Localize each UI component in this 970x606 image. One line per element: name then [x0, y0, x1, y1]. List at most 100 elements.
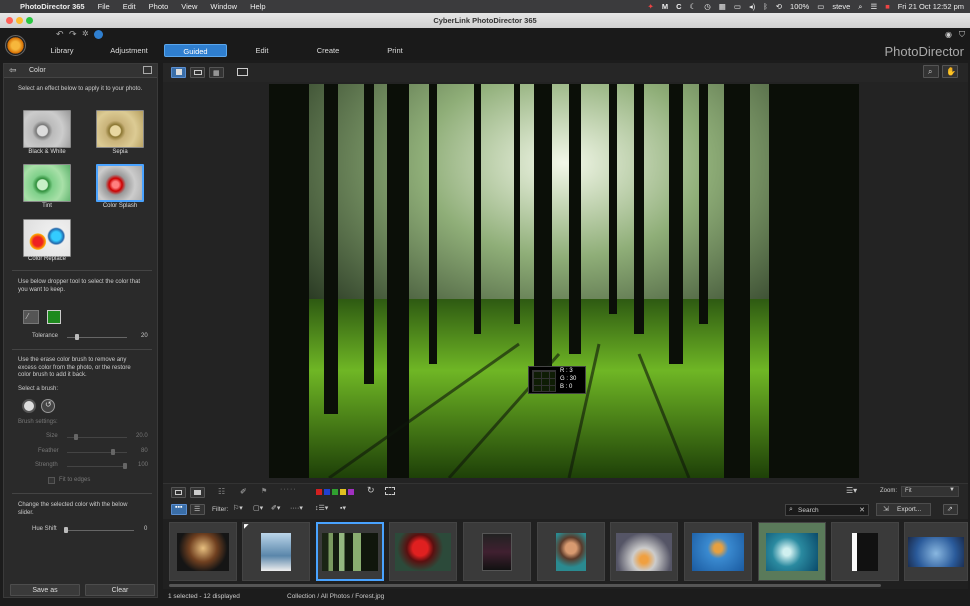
- zoom-tool-button[interactable]: ⌕: [923, 65, 939, 78]
- feather-knob[interactable]: [111, 449, 115, 455]
- grid-view-button[interactable]: ▦: [209, 67, 224, 78]
- datetime[interactable]: Fri 21 Oct 12:52 pm: [898, 2, 964, 11]
- cloud-sync-icon[interactable]: [94, 30, 103, 39]
- menu-file[interactable]: File: [98, 2, 110, 11]
- clear-button[interactable]: Clear: [85, 584, 155, 596]
- thumbnail[interactable]: [537, 522, 605, 581]
- single-view-button[interactable]: [171, 67, 186, 78]
- strength-knob[interactable]: [123, 463, 127, 469]
- export-button[interactable]: ⇲ Export...: [876, 503, 931, 516]
- effect-tint[interactable]: [23, 164, 71, 202]
- close-window-button[interactable]: [6, 17, 13, 24]
- panel-compare-icon[interactable]: [143, 66, 152, 74]
- list-view-button[interactable]: ☰: [190, 504, 205, 515]
- search-field[interactable]: ⌕ Search ✕: [785, 504, 869, 516]
- thumbnail[interactable]: [904, 522, 968, 581]
- calendar-icon[interactable]: ▦: [719, 2, 726, 11]
- thumbnail[interactable]: [463, 522, 531, 581]
- size-knob[interactable]: [74, 434, 78, 440]
- pan-tool-button[interactable]: ✋: [942, 65, 958, 78]
- app-logo[interactable]: [5, 35, 26, 56]
- popout-button[interactable]: ⇗: [943, 504, 958, 515]
- filter-edit-dropdown[interactable]: ✐▾: [271, 504, 280, 512]
- menu-window[interactable]: Window: [210, 2, 237, 11]
- thumbnail[interactable]: [389, 522, 457, 581]
- control-center-icon[interactable]: ☰: [870, 2, 877, 11]
- search-icon[interactable]: ⌕: [858, 2, 862, 12]
- selected-color-swatch[interactable]: [47, 310, 61, 324]
- rotate-icon[interactable]: ↻: [367, 485, 375, 496]
- thumbnail[interactable]: [610, 522, 678, 581]
- undo-icon[interactable]: ↶: [56, 29, 64, 40]
- filmstrip-scrollbar[interactable]: [169, 584, 881, 587]
- menu-edit[interactable]: Edit: [123, 2, 136, 11]
- compare-view-button[interactable]: [190, 487, 205, 498]
- tab-create[interactable]: Create: [306, 44, 350, 57]
- redo-icon[interactable]: ↷: [69, 29, 77, 40]
- filter-rating-dropdown[interactable]: ····▾: [290, 504, 303, 512]
- brush-icon[interactable]: ✐: [240, 487, 247, 496]
- tab-adjustment[interactable]: Adjustment: [101, 44, 157, 57]
- tab-edit[interactable]: Edit: [242, 44, 282, 57]
- effect-black-white[interactable]: [23, 110, 71, 148]
- tolerance-knob[interactable]: [75, 334, 79, 340]
- tab-print[interactable]: Print: [373, 44, 417, 57]
- thumbnail[interactable]: [169, 522, 237, 581]
- gmail-icon[interactable]: M: [662, 2, 668, 11]
- sort-menu-icon[interactable]: ☰▾: [846, 486, 857, 495]
- tab-guided[interactable]: Guided: [164, 44, 227, 57]
- user-name[interactable]: steve: [832, 2, 850, 11]
- thumbnail[interactable]: [758, 522, 826, 581]
- clock-icon[interactable]: ◷: [704, 2, 711, 11]
- filter-label-dropdown[interactable]: ▢▾: [253, 504, 263, 512]
- menu-view[interactable]: View: [181, 2, 197, 11]
- metadata-icon[interactable]: ☷: [218, 487, 225, 496]
- dropbox-icon[interactable]: ✦: [648, 2, 654, 11]
- strength-slider[interactable]: [67, 466, 127, 467]
- effect-color-replace[interactable]: [23, 219, 71, 257]
- hue-shift-knob[interactable]: [64, 527, 68, 533]
- thumbnail-selected[interactable]: [316, 522, 384, 581]
- clear-search-icon[interactable]: ✕: [859, 506, 865, 514]
- menu-help[interactable]: Help: [250, 2, 265, 11]
- moon-icon[interactable]: ☾: [690, 2, 697, 11]
- c-icon[interactable]: C: [676, 2, 681, 11]
- restore-brush-button[interactable]: ↺: [41, 399, 55, 413]
- dropper-tool-button[interactable]: ⁄: [23, 310, 39, 324]
- rating-dots[interactable]: ·····: [280, 486, 297, 493]
- fit-view-button[interactable]: [171, 487, 186, 498]
- label-purple[interactable]: [348, 489, 354, 495]
- second-display-icon[interactable]: [237, 68, 248, 76]
- thumbnail[interactable]: ◤: [242, 522, 310, 581]
- filmstrip-view-button[interactable]: ▪▪▪: [171, 504, 187, 515]
- battery-icon[interactable]: ▭: [817, 2, 824, 11]
- flag-toggle-icon[interactable]: ⚑: [261, 487, 267, 495]
- sort-dropdown[interactable]: ↕☰▾: [315, 504, 328, 512]
- menu-app-name[interactable]: PhotoDirector 365: [20, 2, 85, 11]
- minimize-window-button[interactable]: [16, 17, 23, 24]
- bluetooth-icon[interactable]: ᛒ: [763, 2, 768, 11]
- erase-brush-button[interactable]: [22, 399, 36, 413]
- account-icon[interactable]: ◉: [945, 30, 952, 39]
- stack-dropdown[interactable]: ▪▾: [340, 504, 346, 512]
- cart-icon[interactable]: ⛉: [959, 30, 965, 40]
- thumbnail[interactable]: [831, 522, 899, 581]
- hue-shift-slider[interactable]: [64, 530, 134, 531]
- display-icon[interactable]: ▭: [734, 2, 741, 11]
- fit-edges-checkbox[interactable]: [48, 477, 55, 484]
- zoom-dropdown[interactable]: Fit ▼: [901, 486, 959, 497]
- label-red[interactable]: [316, 489, 322, 495]
- filter-flag-dropdown[interactable]: ⚐▾: [233, 504, 243, 512]
- zoom-window-button[interactable]: [26, 17, 33, 24]
- back-arrow-icon[interactable]: ⇦: [9, 65, 17, 76]
- flag-icon[interactable]: ■: [885, 2, 890, 11]
- main-photo-forest[interactable]: R : 3 G : 30 B : 0: [269, 84, 859, 478]
- volume-icon[interactable]: ◂): [749, 2, 755, 11]
- tab-library[interactable]: Library: [38, 44, 86, 57]
- label-yellow[interactable]: [340, 489, 346, 495]
- save-as-button[interactable]: Save as: [10, 584, 80, 596]
- crop-icon[interactable]: [385, 487, 395, 495]
- effect-sepia[interactable]: [96, 110, 144, 148]
- settings-icon[interactable]: ✲: [82, 29, 89, 38]
- before-after-button[interactable]: [190, 67, 205, 78]
